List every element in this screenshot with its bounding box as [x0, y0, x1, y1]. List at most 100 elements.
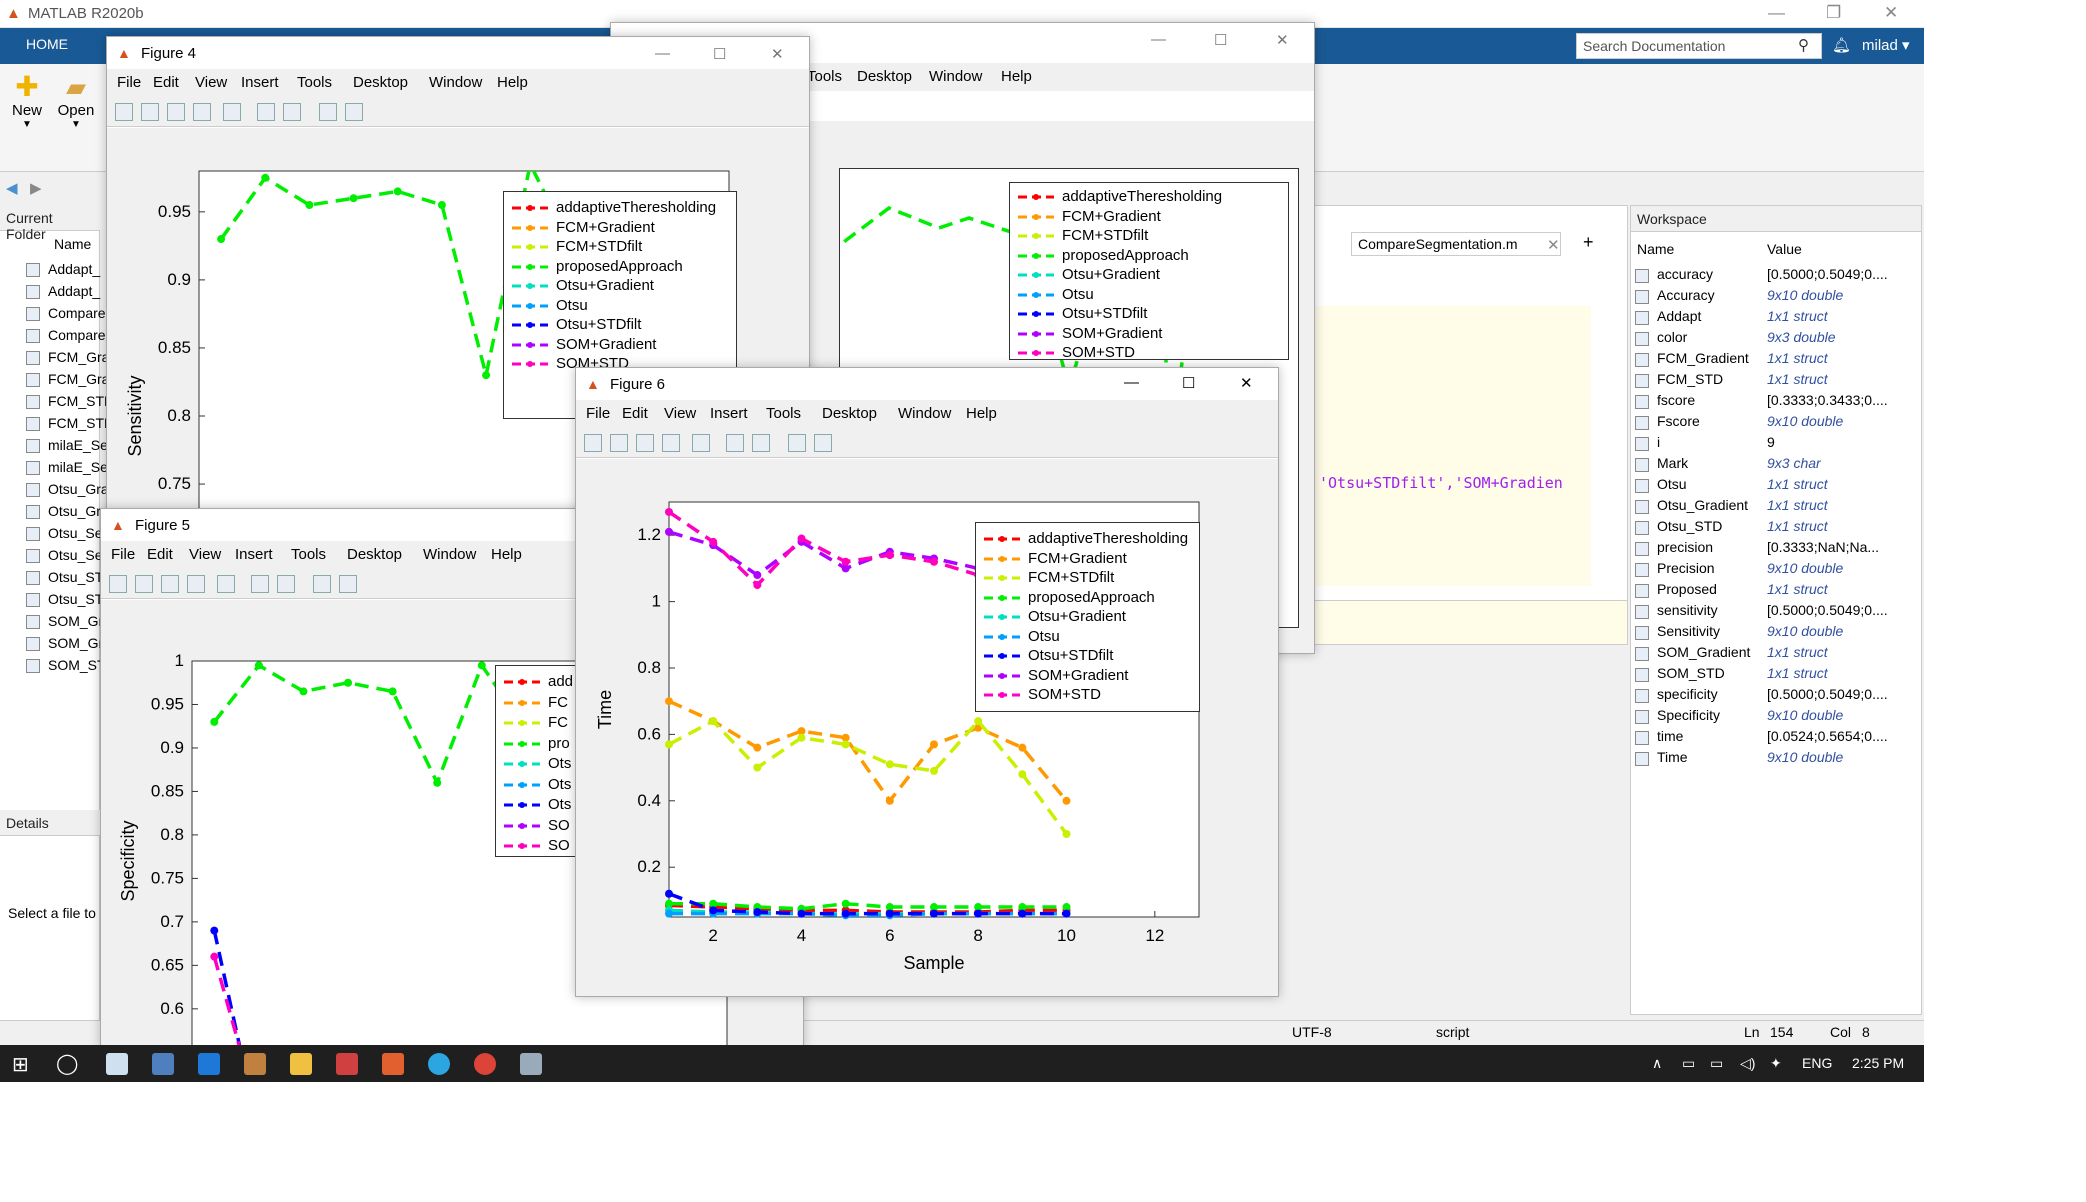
- link-icon[interactable]: [217, 575, 235, 593]
- workspace-row[interactable]: Proposed 1x1 struct: [1631, 581, 1921, 602]
- open-button[interactable]: ▰ Open ▼: [56, 72, 96, 130]
- search-icon[interactable]: ⚲: [1798, 36, 1809, 54]
- workspace-row[interactable]: SOM_STD 1x1 struct: [1631, 665, 1921, 686]
- print-icon[interactable]: [193, 103, 211, 121]
- open-file-icon[interactable]: [135, 575, 153, 593]
- new-figure-icon[interactable]: [109, 575, 127, 593]
- telegram-icon[interactable]: [428, 1053, 450, 1075]
- close-icon[interactable]: ✕: [1276, 31, 1289, 49]
- app-icon[interactable]: [244, 1053, 266, 1075]
- workspace-row[interactable]: Fscore 9x10 double: [1631, 413, 1921, 434]
- property-editor-icon[interactable]: [345, 103, 363, 121]
- chrome-icon[interactable]: [474, 1053, 496, 1075]
- minimize-icon[interactable]: —: [1151, 31, 1166, 48]
- menu-insert[interactable]: Insert: [235, 546, 273, 563]
- network-icon[interactable]: ▭: [1710, 1055, 1723, 1072]
- workspace-row[interactable]: Precision 9x10 double: [1631, 560, 1921, 581]
- legend-icon[interactable]: [283, 103, 301, 121]
- pointer-icon[interactable]: [313, 575, 331, 593]
- menu-help[interactable]: Help: [966, 405, 997, 422]
- workspace-row[interactable]: Otsu_Gradient 1x1 struct: [1631, 497, 1921, 518]
- figure-6-window[interactable]: ▲ Figure 6 — ☐ ✕ File Edit View Insert Tools…: [575, 367, 1279, 997]
- workspace-row[interactable]: Specificity 9x10 double: [1631, 707, 1921, 728]
- workspace-value-header[interactable]: Value: [1767, 241, 1802, 257]
- menu-help[interactable]: Help: [491, 546, 522, 563]
- workspace-row[interactable]: Mark 9x3 char: [1631, 455, 1921, 476]
- property-editor-icon[interactable]: [814, 434, 832, 452]
- cortana-icon[interactable]: ◯: [56, 1051, 78, 1076]
- close-tab-icon[interactable]: ✕: [1547, 236, 1560, 254]
- back-icon[interactable]: ◀: [6, 179, 18, 197]
- matlab-taskbar-icon[interactable]: [382, 1053, 404, 1075]
- workspace-row[interactable]: Accuracy 9x10 double: [1631, 287, 1921, 308]
- workspace-row[interactable]: FCM_Gradient 1x1 struct: [1631, 350, 1921, 371]
- menu-window[interactable]: Window: [429, 74, 482, 91]
- menu-view[interactable]: View: [189, 546, 221, 563]
- app-icon[interactable]: [520, 1053, 542, 1075]
- name-column-header[interactable]: Name: [54, 236, 91, 252]
- menu-file[interactable]: File: [111, 546, 135, 563]
- close-icon[interactable]: ✕: [1884, 3, 1898, 23]
- menu-help[interactable]: Help: [497, 74, 528, 91]
- print-icon[interactable]: [662, 434, 680, 452]
- save-icon[interactable]: [161, 575, 179, 593]
- workspace-row[interactable]: i9: [1631, 434, 1921, 455]
- minimize-icon[interactable]: —: [1124, 374, 1139, 391]
- new-figure-icon[interactable]: [115, 103, 133, 121]
- legend-icon[interactable]: [277, 575, 295, 593]
- menu-tools[interactable]: Tools: [766, 405, 801, 422]
- workspace-row[interactable]: fscore [0.3333;0.3433;0....: [1631, 392, 1921, 413]
- menu-desktop[interactable]: Desktop: [353, 74, 408, 91]
- maximize-icon[interactable]: ☐: [1182, 374, 1195, 392]
- workspace-row[interactable]: Otsu_STD 1x1 struct: [1631, 518, 1921, 539]
- menu-tools[interactable]: Tools: [291, 546, 326, 563]
- forward-icon[interactable]: ▶: [30, 179, 42, 197]
- minimize-icon[interactable]: —: [1768, 3, 1785, 23]
- language-indicator[interactable]: ENG: [1802, 1055, 1832, 1071]
- close-icon[interactable]: ✕: [771, 45, 784, 63]
- user-menu[interactable]: milad ▾: [1862, 36, 1910, 54]
- workspace-row[interactable]: SOM_Gradient 1x1 struct: [1631, 644, 1921, 665]
- workspace-row[interactable]: accuracy [0.5000;0.5049;0....: [1631, 266, 1921, 287]
- clock[interactable]: 2:25 PM: [1852, 1055, 1904, 1071]
- bell-icon[interactable]: 🔔︎: [1832, 36, 1851, 54]
- print-icon[interactable]: [187, 575, 205, 593]
- chevron-up-icon[interactable]: ∧: [1652, 1055, 1662, 1072]
- link-icon[interactable]: [223, 103, 241, 121]
- workspace-row[interactable]: Time 9x10 double: [1631, 749, 1921, 770]
- colorbar-icon[interactable]: [726, 434, 744, 452]
- menu-insert[interactable]: Insert: [241, 74, 279, 91]
- menu-insert[interactable]: Insert: [710, 405, 748, 422]
- workspace-row[interactable]: specificity [0.5000;0.5049;0....: [1631, 686, 1921, 707]
- menu-file[interactable]: File: [117, 74, 141, 91]
- new-button[interactable]: ✚ New ▼: [10, 72, 44, 131]
- menu-desktop[interactable]: Desktop: [857, 68, 912, 85]
- colorbar-icon[interactable]: [257, 103, 275, 121]
- new-figure-icon[interactable]: [584, 434, 602, 452]
- add-tab-icon[interactable]: +: [1583, 232, 1594, 253]
- editor-tab[interactable]: CompareSegmentation.m: [1351, 232, 1561, 256]
- menu-help[interactable]: Help: [1001, 68, 1032, 85]
- search-documentation-input[interactable]: Search Documentation: [1576, 33, 1822, 59]
- menu-edit[interactable]: Edit: [147, 546, 173, 563]
- maximize-icon[interactable]: ☐: [713, 45, 726, 63]
- menu-desktop[interactable]: Desktop: [347, 546, 402, 563]
- edge-icon[interactable]: [198, 1053, 220, 1075]
- volume-icon[interactable]: ◁): [1740, 1055, 1755, 1072]
- menu-tools[interactable]: Tools: [297, 74, 332, 91]
- colorbar-icon[interactable]: [251, 575, 269, 593]
- menu-window[interactable]: Window: [898, 405, 951, 422]
- save-icon[interactable]: [636, 434, 654, 452]
- menu-desktop[interactable]: Desktop: [822, 405, 877, 422]
- app-icon[interactable]: [152, 1053, 174, 1075]
- workspace-row[interactable]: Sensitivity 9x10 double: [1631, 623, 1921, 644]
- menu-window[interactable]: Window: [423, 546, 476, 563]
- file-explorer-icon[interactable]: [290, 1053, 312, 1075]
- open-file-icon[interactable]: [610, 434, 628, 452]
- maximize-icon[interactable]: ❐: [1826, 3, 1841, 23]
- menu-edit[interactable]: Edit: [153, 74, 179, 91]
- workspace-row[interactable]: Addapt 1x1 struct: [1631, 308, 1921, 329]
- property-editor-icon[interactable]: [339, 575, 357, 593]
- settings-icon[interactable]: [336, 1053, 358, 1075]
- workspace-row[interactable]: time [0.0524;0.5654;0....: [1631, 728, 1921, 749]
